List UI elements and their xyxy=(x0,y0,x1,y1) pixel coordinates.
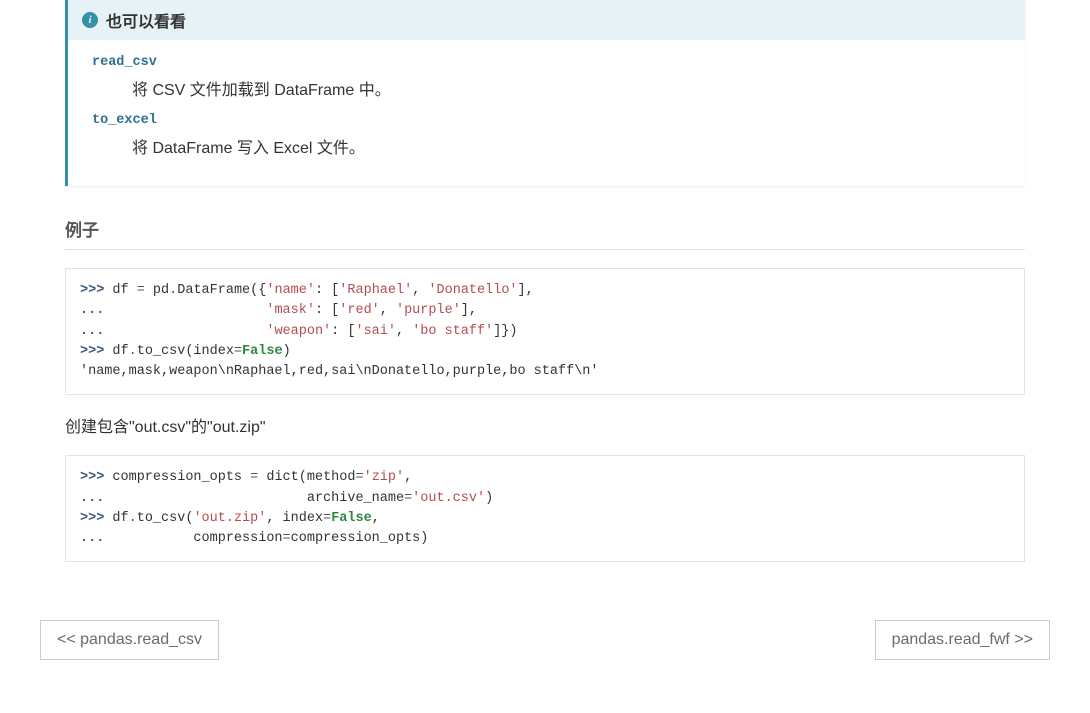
code-block-1: >>> df = pd.DataFrame({'name': ['Raphael… xyxy=(65,268,1025,395)
seealso-desc: 将 DataFrame 写入 Excel 文件。 xyxy=(132,134,1001,158)
info-icon: i xyxy=(82,12,98,28)
code-prompt: ... xyxy=(80,303,112,318)
seealso-link-read-csv[interactable]: read_csv xyxy=(92,55,157,70)
seealso-item: read_csv 将 CSV 文件加载到 DataFrame 中。 xyxy=(92,52,1001,100)
seealso-link-to-excel[interactable]: to_excel xyxy=(92,113,157,128)
nav-prev-button[interactable]: << pandas.read_csv xyxy=(40,620,219,660)
nav-next-button[interactable]: pandas.read_fwf >> xyxy=(875,620,1050,660)
code-prompt: >>> xyxy=(80,283,112,298)
code-prompt: >>> xyxy=(80,470,112,485)
code-prompt: >>> xyxy=(80,511,112,526)
seealso-admonition: i 也可以看看 read_csv 将 CSV 文件加载到 DataFrame 中… xyxy=(65,0,1025,186)
code-prompt: ... xyxy=(80,531,112,546)
seealso-title-row: i 也可以看看 xyxy=(68,0,1025,40)
seealso-desc: 将 CSV 文件加载到 DataFrame 中。 xyxy=(132,76,1001,100)
example-paragraph: 创建包含"out.csv"的"out.zip" xyxy=(65,413,1025,437)
seealso-title: 也可以看看 xyxy=(106,8,186,32)
nav-footer: << pandas.read_csv pandas.read_fwf >> xyxy=(0,610,1090,690)
code-prompt: ... xyxy=(80,491,112,506)
code-prompt: ... xyxy=(80,324,112,339)
code-block-2: >>> compression_opts = dict(method='zip'… xyxy=(65,455,1025,562)
seealso-body: read_csv 将 CSV 文件加载到 DataFrame 中。 to_exc… xyxy=(68,40,1025,186)
code-output: 'name,mask,weapon\nRaphael,red,sai\nDona… xyxy=(80,364,598,379)
examples-heading: 例子 xyxy=(65,216,1025,250)
code-prompt: >>> xyxy=(80,344,112,359)
seealso-item: to_excel 将 DataFrame 写入 Excel 文件。 xyxy=(92,110,1001,158)
